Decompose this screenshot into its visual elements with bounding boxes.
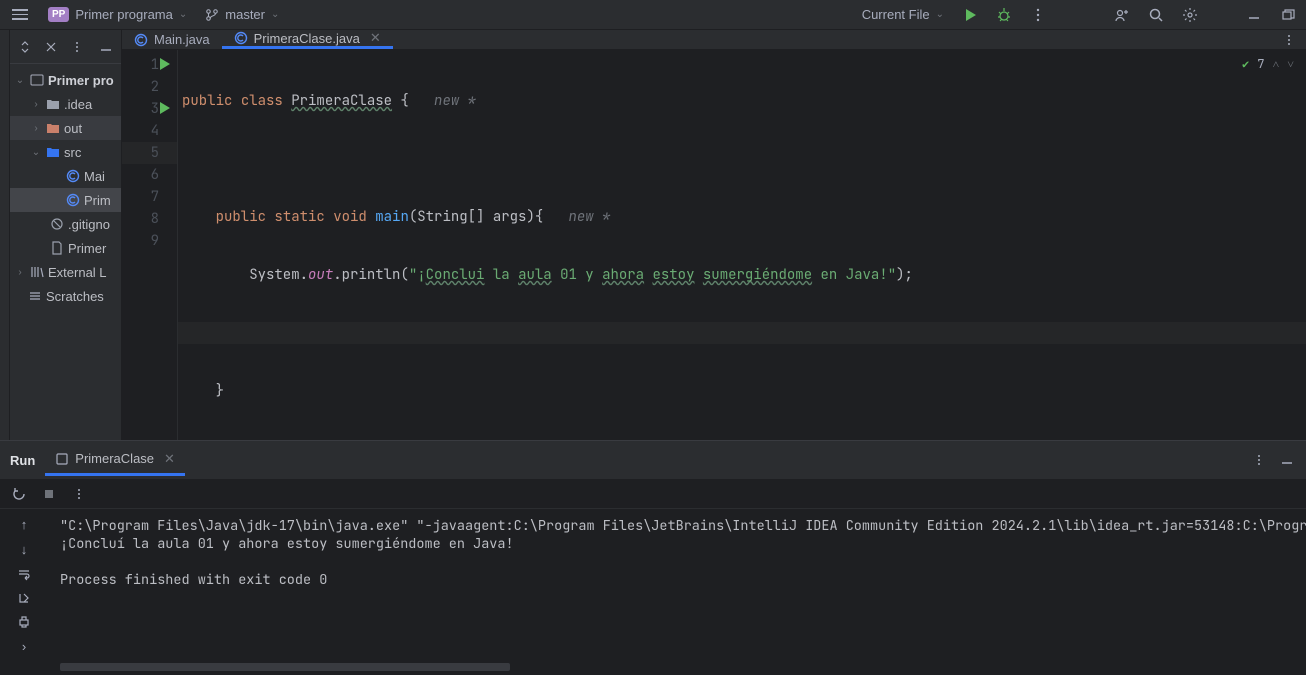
tree-item-external[interactable]: ›External L [10, 260, 121, 284]
tree-item-primera[interactable]: Prim [10, 188, 121, 212]
soft-wrap-icon[interactable] [17, 567, 31, 581]
close-icon[interactable]: ✕ [164, 451, 175, 467]
up-icon[interactable]: ↑ [21, 517, 28, 532]
branch-selector[interactable]: master ⌄ [201, 7, 283, 22]
folder-icon [46, 122, 60, 134]
tree-item-main-java[interactable]: Mai [10, 164, 121, 188]
run-tab-primera[interactable]: PrimeraClase ✕ [45, 445, 185, 476]
stop-button[interactable] [42, 487, 56, 501]
chevron-down-icon: ⌄ [936, 9, 944, 20]
project-badge-icon: PP [48, 7, 69, 22]
tree-item-scratches[interactable]: Scratches [10, 284, 121, 308]
run-tool-window: Run PrimeraClase ✕ ↑ ↓ › "C:\Program Fil… [0, 440, 1306, 675]
tree-label: External L [48, 265, 107, 280]
tree-label: src [64, 145, 81, 160]
expand-icon[interactable]: › [22, 639, 26, 654]
rerun-button[interactable] [12, 487, 26, 501]
next-problem-icon[interactable]: ˅ [1287, 56, 1294, 72]
down-icon[interactable]: ↓ [21, 542, 28, 557]
code-with-me-button[interactable] [1110, 3, 1134, 27]
project-name-label: Primer programa [75, 7, 173, 22]
more-actions-button[interactable] [1026, 3, 1050, 27]
tree-label: Scratches [46, 289, 104, 304]
tree-label: Primer [68, 241, 106, 256]
file-icon [50, 241, 64, 255]
tab-label: PrimeraClase.java [254, 31, 360, 46]
more-icon[interactable] [70, 40, 84, 54]
run-config-icon [55, 452, 69, 466]
class-icon [66, 169, 80, 183]
project-panel: ⌄Primer pro ›.idea ›out ⌄src Mai Prim .g… [10, 30, 122, 440]
tree-label: Mai [84, 169, 105, 184]
scrollbar[interactable] [60, 663, 510, 671]
project-selector[interactable]: PP Primer programa ⌄ [44, 7, 191, 22]
tree-label: .gitigno [68, 217, 110, 232]
run-config-selector[interactable]: Current File ⌄ [858, 7, 948, 22]
tree-root[interactable]: ⌄Primer pro [10, 68, 121, 92]
source-folder-icon [46, 146, 60, 158]
expand-all-icon[interactable] [18, 40, 32, 54]
inspection-widget[interactable]: ✔ 7 ˄ ˅ [1242, 56, 1294, 72]
tree-label: Primer pro [48, 73, 114, 88]
tree-label: out [64, 121, 82, 136]
prev-problem-icon[interactable]: ˄ [1272, 56, 1279, 72]
console-output[interactable]: "C:\Program Files\Java\jdk-17\bin\java.e… [48, 509, 1306, 675]
folder-icon [46, 98, 60, 110]
problem-count: 7 [1257, 56, 1264, 72]
settings-button[interactable] [1178, 3, 1202, 27]
tab-primera-clase[interactable]: PrimeraClase.java ✕ [222, 30, 393, 49]
tab-more-button[interactable] [1282, 33, 1296, 47]
tree-label: Prim [84, 193, 111, 208]
class-icon [134, 33, 148, 47]
scratches-icon [28, 289, 42, 303]
minimize-button[interactable] [1242, 3, 1266, 27]
chevron-down-icon: ⌄ [271, 9, 279, 20]
run-config-label: Current File [862, 7, 930, 22]
ignore-icon [50, 217, 64, 231]
tree-item-iml[interactable]: Primer [10, 236, 121, 260]
debug-button[interactable] [992, 3, 1016, 27]
chevron-down-icon: ⌄ [179, 9, 187, 20]
run-button[interactable] [958, 3, 982, 27]
close-icon[interactable]: ✕ [370, 30, 381, 46]
branch-icon [205, 8, 219, 22]
run-gutter-icon[interactable] [160, 102, 170, 114]
tree-item-idea[interactable]: ›.idea [10, 92, 121, 116]
tree-item-src[interactable]: ⌄src [10, 140, 121, 164]
search-button[interactable] [1144, 3, 1168, 27]
hide-icon[interactable] [99, 40, 113, 54]
collapse-all-icon[interactable] [44, 40, 58, 54]
class-icon [66, 193, 80, 207]
class-icon [234, 31, 248, 45]
branch-label: master [225, 7, 265, 22]
tree-item-gitignore[interactable]: .gitigno [10, 212, 121, 236]
library-icon [30, 265, 44, 279]
module-icon [30, 74, 44, 86]
run-gutter-icon[interactable] [160, 58, 170, 70]
run-tab-label: PrimeraClase [75, 451, 154, 466]
tab-label: Main.java [154, 32, 210, 47]
tree-label: .idea [64, 97, 92, 112]
more-icon[interactable] [1252, 453, 1266, 467]
tree-item-out[interactable]: ›out [10, 116, 121, 140]
restore-button[interactable] [1276, 3, 1300, 27]
print-icon[interactable] [17, 615, 31, 629]
main-menu-button[interactable] [6, 9, 34, 20]
scroll-end-icon[interactable] [17, 591, 31, 605]
run-tool-label: Run [10, 453, 35, 468]
check-icon: ✔ [1242, 56, 1249, 72]
tab-main-java[interactable]: Main.java [122, 30, 222, 49]
hide-icon[interactable] [1280, 453, 1294, 467]
more-icon[interactable] [72, 487, 86, 501]
